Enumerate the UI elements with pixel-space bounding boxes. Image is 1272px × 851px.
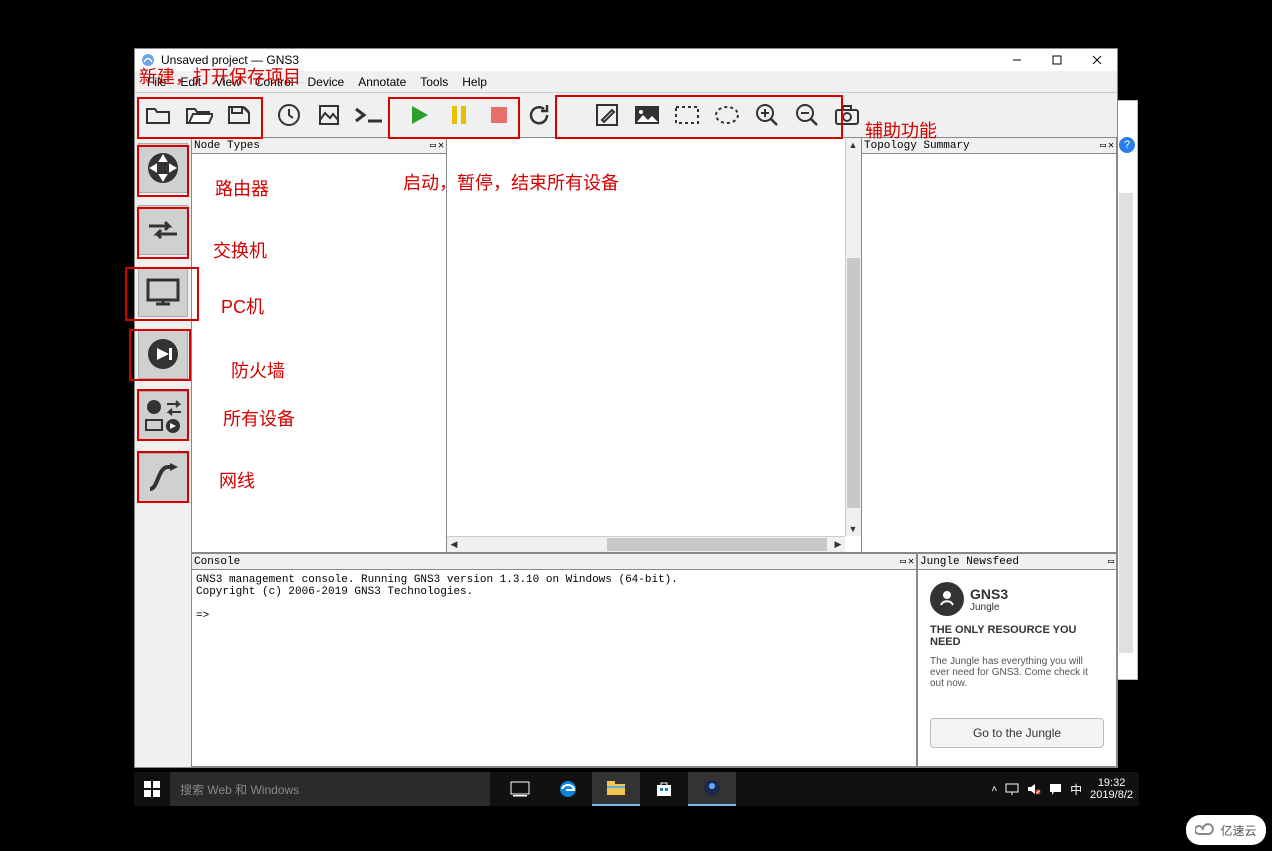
device-toolbar [135,137,191,767]
tray-time: 19:32 [1090,777,1133,789]
topology-body [862,154,1116,552]
device-all-button[interactable] [138,391,188,441]
panel-float-icon[interactable]: ▭ [1100,140,1106,152]
tray-ime[interactable]: 中 [1070,781,1082,798]
panel-float-icon[interactable]: ▭ [430,140,436,152]
panel-close-icon[interactable]: ✕ [438,140,444,152]
device-pc-button[interactable] [138,267,188,317]
tray-notifications-icon[interactable] [1049,783,1062,795]
topology-summary-panel: Topology Summary▭✕ [861,137,1117,553]
console-output[interactable]: GNS3 management console. Running GNS3 ve… [192,570,916,766]
menu-help[interactable]: Help [456,73,493,91]
gns3-main-window: Unsaved project — GNS3 File Edit View Co… [134,48,1118,768]
annot-label-switch: 交换机 [213,237,267,263]
jungle-logo-icon [930,582,964,616]
device-firewall-button[interactable] [138,329,188,379]
task-view-icon[interactable] [496,772,544,806]
start-button[interactable] [134,772,170,806]
node-types-title: Node Types [194,140,260,152]
jungle-brand1: GNS3 [970,586,1008,602]
panel-float-icon[interactable]: ▭ [900,556,906,568]
jungle-logo: GNS3 Jungle [930,582,1104,616]
pause-icon[interactable] [441,97,477,133]
background-window-strip: ? [1116,100,1138,680]
annot-label-link: 网线 [219,467,255,493]
windows-taskbar: 搜索 Web 和 Windows ˄ 中 19:32 2019/8/2 [134,772,1139,806]
annot-label-fw: 防火墙 [231,357,285,383]
canvas-area[interactable] [447,138,845,536]
file-explorer-icon[interactable] [592,772,640,806]
annot-label-aux-tools: 辅助功能 [865,117,937,143]
zoom-out-icon[interactable] [789,97,825,133]
annot-label-all: 所有设备 [223,405,295,431]
save-icon[interactable] [221,97,257,133]
taskbar-search[interactable]: 搜索 Web 和 Windows [170,772,490,806]
panel-close-icon[interactable]: ✕ [908,556,914,568]
help-icon[interactable]: ? [1119,137,1135,153]
search-placeholder: 搜索 Web 和 Windows [180,781,299,798]
tray-network-icon[interactable] [1005,783,1019,795]
maximize-button[interactable] [1037,49,1077,71]
open-folder2-icon[interactable] [181,97,217,133]
jungle-headline: THE ONLY RESOURCE YOU NEED [930,624,1104,648]
tray-chevron-icon[interactable]: ˄ [991,784,997,795]
jungle-go-button[interactable]: Go to the Jungle [930,718,1104,748]
hscroll-thumb[interactable] [607,538,827,551]
store-icon[interactable] [640,772,688,806]
canvas-hscrollbar[interactable]: ◀▶ [447,536,845,552]
toolbar [135,93,1117,137]
play-icon[interactable] [401,97,437,133]
topology-canvas[interactable]: ▲▼ ◀▶ [447,137,861,553]
image-icon[interactable] [629,97,665,133]
snapshot-icon[interactable] [311,97,347,133]
console-panel: Console ▭✕ GNS3 management console. Runni… [191,553,917,767]
annot-label-project-ops: 新建，打开保存项目 [139,63,301,89]
panel-close-icon[interactable]: ✕ [1108,140,1114,152]
tray-date: 2019/8/2 [1090,789,1133,801]
device-link-button[interactable] [138,453,188,503]
canvas-vscrollbar[interactable]: ▲▼ [845,138,861,536]
reload-icon[interactable] [521,97,557,133]
jungle-panel: Jungle Newsfeed ▭ GNS3 Jungle THE ONLY RE… [917,553,1117,767]
system-tray: ˄ 中 19:32 2019/8/2 [991,772,1139,806]
stop-icon[interactable] [481,97,517,133]
taskbar-icons [496,772,736,806]
vscroll-thumb[interactable] [847,258,860,508]
menu-tools[interactable]: Tools [414,73,454,91]
watermark-badge: 亿速云 [1186,815,1266,845]
watermark-text: 亿速云 [1220,822,1256,839]
open-folder-icon[interactable] [141,97,177,133]
menu-annotate[interactable]: Annotate [352,73,412,91]
close-button[interactable] [1077,49,1117,71]
jungle-title: Jungle Newsfeed [920,556,1019,568]
background-scrollbar-thumb [1119,193,1133,653]
annot-label-pc: PC机 [221,293,264,319]
console-all-icon[interactable] [351,97,387,133]
zoom-in-icon[interactable] [749,97,785,133]
annot-label-router: 路由器 [215,175,269,201]
rect-select-icon[interactable] [669,97,705,133]
console-title: Console [194,556,240,568]
device-switch-button[interactable] [138,205,188,255]
device-router-button[interactable] [138,143,188,193]
ellipse-select-icon[interactable] [709,97,745,133]
edge-icon[interactable] [544,772,592,806]
menu-device[interactable]: Device [302,73,351,91]
jungle-brand2: Jungle [970,602,1008,613]
annot-label-run-controls: 启动，暂停，结束所有设备 [403,169,619,195]
minimize-button[interactable] [997,49,1037,71]
recent-icon[interactable] [271,97,307,133]
tray-clock[interactable]: 19:32 2019/8/2 [1090,777,1133,801]
tray-volume-icon[interactable] [1027,783,1041,795]
camera-icon[interactable] [829,97,865,133]
running-app-icon[interactable] [688,772,736,806]
edit-icon[interactable] [589,97,625,133]
jungle-body-text: The Jungle has everything you will ever … [930,656,1104,689]
panel-float-icon[interactable]: ▭ [1108,556,1114,568]
